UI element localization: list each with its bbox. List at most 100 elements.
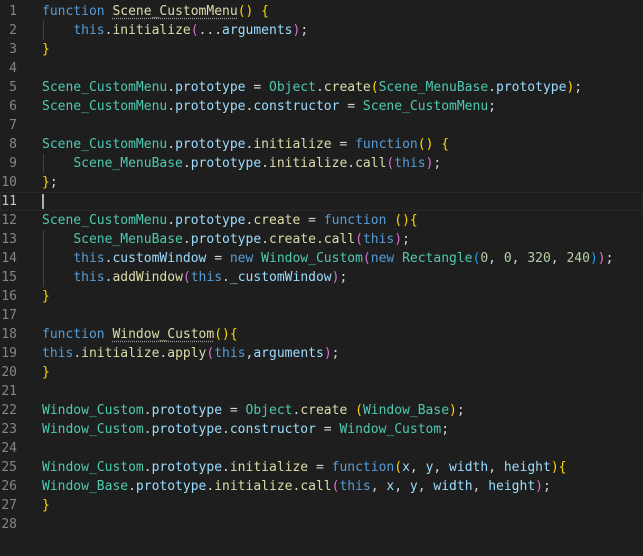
line-number: 28 bbox=[1, 517, 17, 532]
code-line[interactable]: 4 bbox=[0, 59, 643, 78]
code-line[interactable]: 19 this.initialize.apply(this,arguments); bbox=[0, 344, 643, 363]
code-line[interactable]: 26 Window_Base.prototype.initialize.call(… bbox=[0, 477, 643, 496]
code-line[interactable]: 23 Window_Custom.prototype.constructor = … bbox=[0, 420, 643, 439]
code-line[interactable]: 17 bbox=[0, 306, 643, 325]
code-text: this.customWindow = new Window_Custom(ne… bbox=[42, 249, 613, 268]
code-line[interactable]: 8 Scene_CustomMenu.prototype.initialize =… bbox=[0, 135, 643, 154]
code-line[interactable]: 15 this.addWindow(this._customWindow); bbox=[0, 268, 643, 287]
code-token: ; bbox=[574, 80, 583, 95]
code-line[interactable]: 1 function Scene_CustomMenu() { bbox=[0, 2, 643, 21]
code-token: create bbox=[300, 403, 348, 418]
code-token: function bbox=[42, 327, 113, 342]
line-number: 21 bbox=[1, 384, 17, 399]
code-token: customWindow bbox=[112, 251, 207, 266]
code-text: } bbox=[42, 287, 50, 306]
code-token: this bbox=[42, 346, 74, 361]
code-token: initialize bbox=[81, 346, 160, 361]
code-line[interactable]: 22 Window_Custom.prototype = Object.creat… bbox=[0, 401, 643, 420]
code-token: Scene_CustomMenu bbox=[42, 137, 168, 152]
code-token: prototype bbox=[175, 213, 246, 228]
code-token: initialize bbox=[112, 23, 191, 38]
code-text: Scene_CustomMenu.prototype.initialize = … bbox=[42, 135, 449, 154]
code-token: prototype bbox=[175, 99, 246, 114]
code-line[interactable]: 20} bbox=[0, 363, 643, 382]
code-token: . bbox=[222, 460, 230, 475]
code-token: call bbox=[355, 156, 387, 171]
line-number: 15 bbox=[1, 270, 17, 285]
line-number: 4 bbox=[9, 61, 17, 76]
code-line[interactable]: 9 Scene_MenuBase.prototype.initialize.ca… bbox=[0, 154, 643, 173]
code-token: . bbox=[347, 156, 356, 171]
code-token: , bbox=[488, 460, 504, 475]
line-number: 26 bbox=[1, 479, 17, 494]
code-token: call bbox=[300, 479, 332, 494]
code-token: prototype bbox=[151, 403, 223, 418]
code-token: ) bbox=[394, 232, 403, 247]
code-line[interactable]: 27} bbox=[0, 496, 643, 515]
code-token: , bbox=[433, 460, 450, 475]
code-line[interactable]: 12 Scene_CustomMenu.prototype.create = fu… bbox=[0, 211, 643, 230]
code-token: . bbox=[315, 232, 324, 247]
code-line[interactable]: 16} bbox=[0, 287, 643, 306]
code-line[interactable]: 14 this.customWindow = new Window_Custom… bbox=[0, 249, 643, 268]
code-token: function bbox=[42, 4, 113, 19]
code-token: prototype bbox=[175, 80, 246, 95]
code-line[interactable]: 6 Scene_CustomMenu.prototype.constructor … bbox=[0, 97, 643, 116]
code-token: apply bbox=[167, 346, 207, 361]
line-number: 3 bbox=[9, 42, 17, 57]
code-token: this bbox=[362, 232, 395, 247]
code-token: , bbox=[370, 479, 387, 494]
code-token: y bbox=[409, 479, 418, 494]
code-token: } bbox=[42, 175, 50, 190]
code-line[interactable]: 18 function Window_Custom(){ bbox=[0, 325, 643, 344]
code-token: ; bbox=[300, 23, 309, 38]
code-token: create bbox=[323, 80, 371, 95]
code-line[interactable]: 2 this.initialize(...arguments); bbox=[0, 21, 643, 40]
code-token: , bbox=[488, 251, 504, 266]
code-line[interactable]: 21 bbox=[0, 382, 643, 401]
code-line[interactable]: 3} bbox=[0, 40, 643, 59]
code-token: ; bbox=[542, 479, 551, 494]
code-token: , bbox=[472, 479, 489, 494]
line-number: 8 bbox=[9, 137, 17, 152]
code-token: { bbox=[441, 137, 450, 152]
code-line[interactable]: 10}; bbox=[0, 173, 643, 192]
code-line[interactable]: 25 Window_Custom.prototype.initialize = f… bbox=[0, 458, 643, 477]
code-token: ) bbox=[323, 346, 332, 361]
code-token: Window_Base bbox=[362, 403, 450, 418]
code-token: 0 bbox=[480, 251, 489, 266]
code-line[interactable]: 7 bbox=[0, 116, 643, 135]
code-token: ) bbox=[589, 251, 598, 266]
code-token: } bbox=[42, 42, 50, 57]
code-line[interactable]: 13 Scene_MenuBase.prototype.create.call(… bbox=[0, 230, 643, 249]
code-token: ) bbox=[597, 251, 606, 266]
line-number: 1 bbox=[9, 4, 17, 19]
code-text: } bbox=[42, 496, 50, 515]
code-text: Scene_CustomMenu.prototype.constructor =… bbox=[42, 97, 496, 116]
code-token: ( bbox=[214, 327, 223, 342]
code-token: { bbox=[229, 327, 238, 342]
code-line[interactable]: 11 bbox=[0, 192, 643, 211]
code-editor[interactable]: 1 function Scene_CustomMenu() {2 this.ini… bbox=[0, 2, 643, 534]
code-token: Scene_MenuBase bbox=[378, 80, 489, 95]
code-line[interactable]: 5 Scene_CustomMenu.prototype = Object.cre… bbox=[0, 78, 643, 97]
code-token: constructor bbox=[253, 99, 340, 114]
code-text: function Window_Custom(){ bbox=[42, 325, 238, 344]
code-token: ; bbox=[339, 270, 348, 285]
code-token: = bbox=[339, 99, 363, 114]
code-token: ; bbox=[402, 232, 410, 247]
code-token: { bbox=[261, 4, 269, 19]
code-text: this.addWindow(this._customWindow); bbox=[42, 268, 347, 287]
code-line[interactable]: 24 bbox=[0, 439, 643, 458]
code-token: ) bbox=[449, 403, 457, 418]
code-token: . bbox=[128, 479, 136, 494]
code-text: function Scene_CustomMenu() { bbox=[42, 2, 269, 21]
code-line[interactable]: 28 bbox=[0, 515, 643, 534]
line-number: 25 bbox=[1, 460, 17, 475]
code-token: x bbox=[402, 460, 410, 475]
code-token: ( bbox=[182, 270, 191, 285]
code-token: constructor bbox=[229, 422, 316, 437]
